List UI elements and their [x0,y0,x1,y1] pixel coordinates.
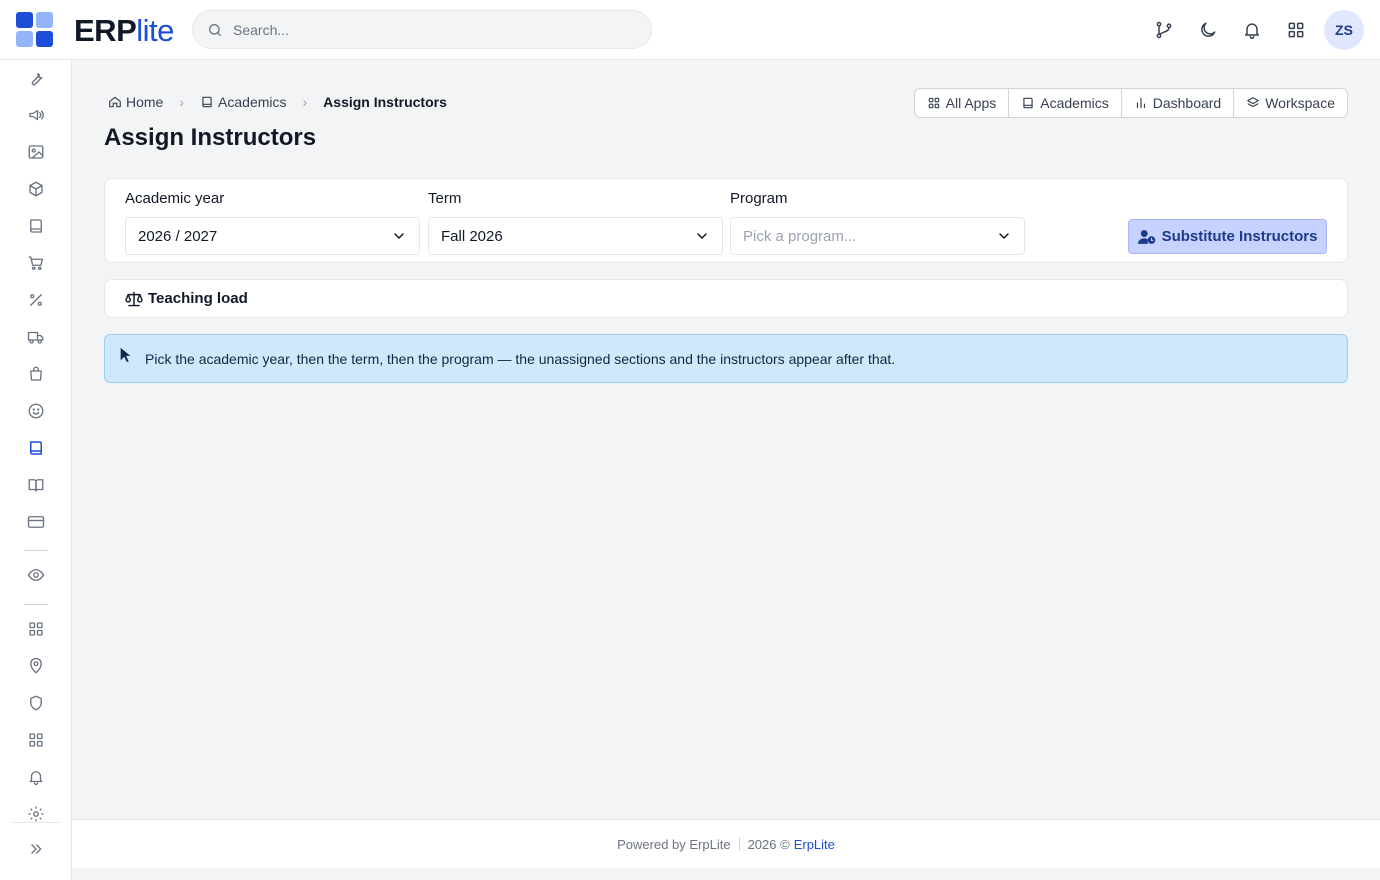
avatar[interactable]: ZS [1324,10,1364,50]
brand-name-light: lite [136,13,174,48]
all-apps-button[interactable]: All Apps [915,89,1009,117]
page-title: Assign Instructors [104,124,317,151]
wrench-icon[interactable] [24,66,48,90]
search-icon [209,23,221,36]
grid-icon [928,97,939,109]
main-content: Home › Academics › Assign Instructors As… [72,60,1380,820]
topbar-actions: ZS [1144,10,1364,50]
copyright-text: 2026 © [747,836,790,852]
footer: Powered by ErpLite 2026 © ErpLite [72,819,1380,868]
academic-year-label: Academic year [125,190,225,207]
bell-icon[interactable] [24,765,48,789]
eye-icon[interactable] [24,563,48,587]
shield-icon[interactable] [24,691,48,715]
apps-grid-icon[interactable] [1276,10,1316,50]
substitute-instructors-button[interactable]: Substitute Instructors [1128,219,1327,254]
dashboard-label: Dashboard [1152,95,1222,111]
brand-name-bold: ERP [74,13,137,48]
breadcrumb-academics-label: Academics [218,94,287,110]
academics-label: Academics [1040,95,1109,111]
credit-card-icon[interactable] [24,510,48,534]
bar-chart-icon [1136,97,1145,109]
book-open-icon[interactable] [24,473,48,497]
search-input[interactable] [233,21,613,38]
breadcrumb: Home › Academics › Assign Instructors [108,92,447,112]
substitute-instructors-label: Substitute Instructors [1161,228,1318,245]
cart-icon[interactable] [24,251,48,275]
book-icon [202,96,212,108]
chevron-down-icon [697,233,707,239]
breadcrumb-home-label: Home [126,94,164,110]
term-label: Term [428,190,462,207]
percent-icon[interactable] [24,288,48,312]
teaching-load-label: Teaching load [148,290,248,307]
sidebar-divider [24,604,48,605]
topbar: ERPlite ZS [0,0,1380,60]
term-field: Term Fall 2026 [428,189,723,255]
program-field: Program Pick a program... [730,189,1025,255]
dashboard-button[interactable]: Dashboard [1120,89,1234,117]
all-apps-label: All Apps [945,95,997,111]
shopping-bag-icon[interactable] [24,362,48,386]
filter-card: Academic year 2026 / 2027 Term Fall 2026… [104,178,1348,263]
sidebar-footer-divider [12,822,60,823]
erplite-link[interactable]: ErpLite [794,837,835,852]
chevron-right-icon: › [179,94,185,110]
bell-icon[interactable] [1232,10,1272,50]
user-clock-icon [1137,229,1155,244]
chevron-down-icon [394,233,404,239]
book-icon[interactable] [24,214,48,238]
teaching-load-panel[interactable]: Teaching load [104,279,1348,318]
logo-icon[interactable] [16,12,54,48]
chevron-right-icon: › [302,94,308,110]
expand-icon[interactable] [24,837,48,861]
box-icon[interactable] [24,177,48,201]
smile-icon[interactable] [24,399,48,423]
term-select[interactable]: Fall 2026 [428,217,723,255]
git-branch-icon[interactable] [1144,10,1184,50]
breadcrumb-home[interactable]: Home [108,94,163,110]
footer-divider [738,837,740,851]
term-value: Fall 2026 [441,227,503,245]
layers-icon [1247,97,1260,108]
academic-year-select[interactable]: 2026 / 2027 [125,217,420,255]
academic-year-field: Academic year 2026 / 2027 [125,189,420,255]
workspace-label: Workspace [1265,95,1335,111]
app-switcher: All Apps Academics Dashboard Workspace [913,88,1348,118]
moon-icon[interactable] [1188,10,1228,50]
book-icon-active[interactable] [24,436,48,460]
grid-icon[interactable] [24,728,48,752]
sidebar [0,60,72,880]
program-label: Program [730,190,788,207]
grid-icon[interactable] [24,617,48,641]
info-alert-message: Pick the academic year, then the term, t… [145,350,896,367]
chevron-down-icon [999,233,1009,239]
breadcrumb-current: Assign Instructors [323,94,447,110]
breadcrumb-academics[interactable]: Academics [200,94,287,110]
home-icon [109,96,121,108]
sidebar-divider [24,550,48,551]
search-bar[interactable] [192,10,652,49]
truck-icon[interactable] [24,325,48,349]
info-alert: Pick the academic year, then the term, t… [104,334,1348,383]
megaphone-icon[interactable] [24,103,48,127]
program-placeholder: Pick a program... [743,227,857,245]
book-icon [1023,97,1033,109]
image-icon[interactable] [24,140,48,164]
map-pin-icon[interactable] [24,654,48,678]
cursor-icon [120,347,131,363]
workspace-button[interactable]: Workspace [1233,89,1347,117]
academic-year-value: 2026 / 2027 [138,227,218,245]
brand-logo[interactable]: ERPlite [74,14,174,48]
academics-button[interactable]: Academics [1008,89,1120,117]
scale-icon [125,291,143,306]
program-select[interactable]: Pick a program... [730,217,1025,255]
powered-by-text: Powered by ErpLite [617,836,731,852]
